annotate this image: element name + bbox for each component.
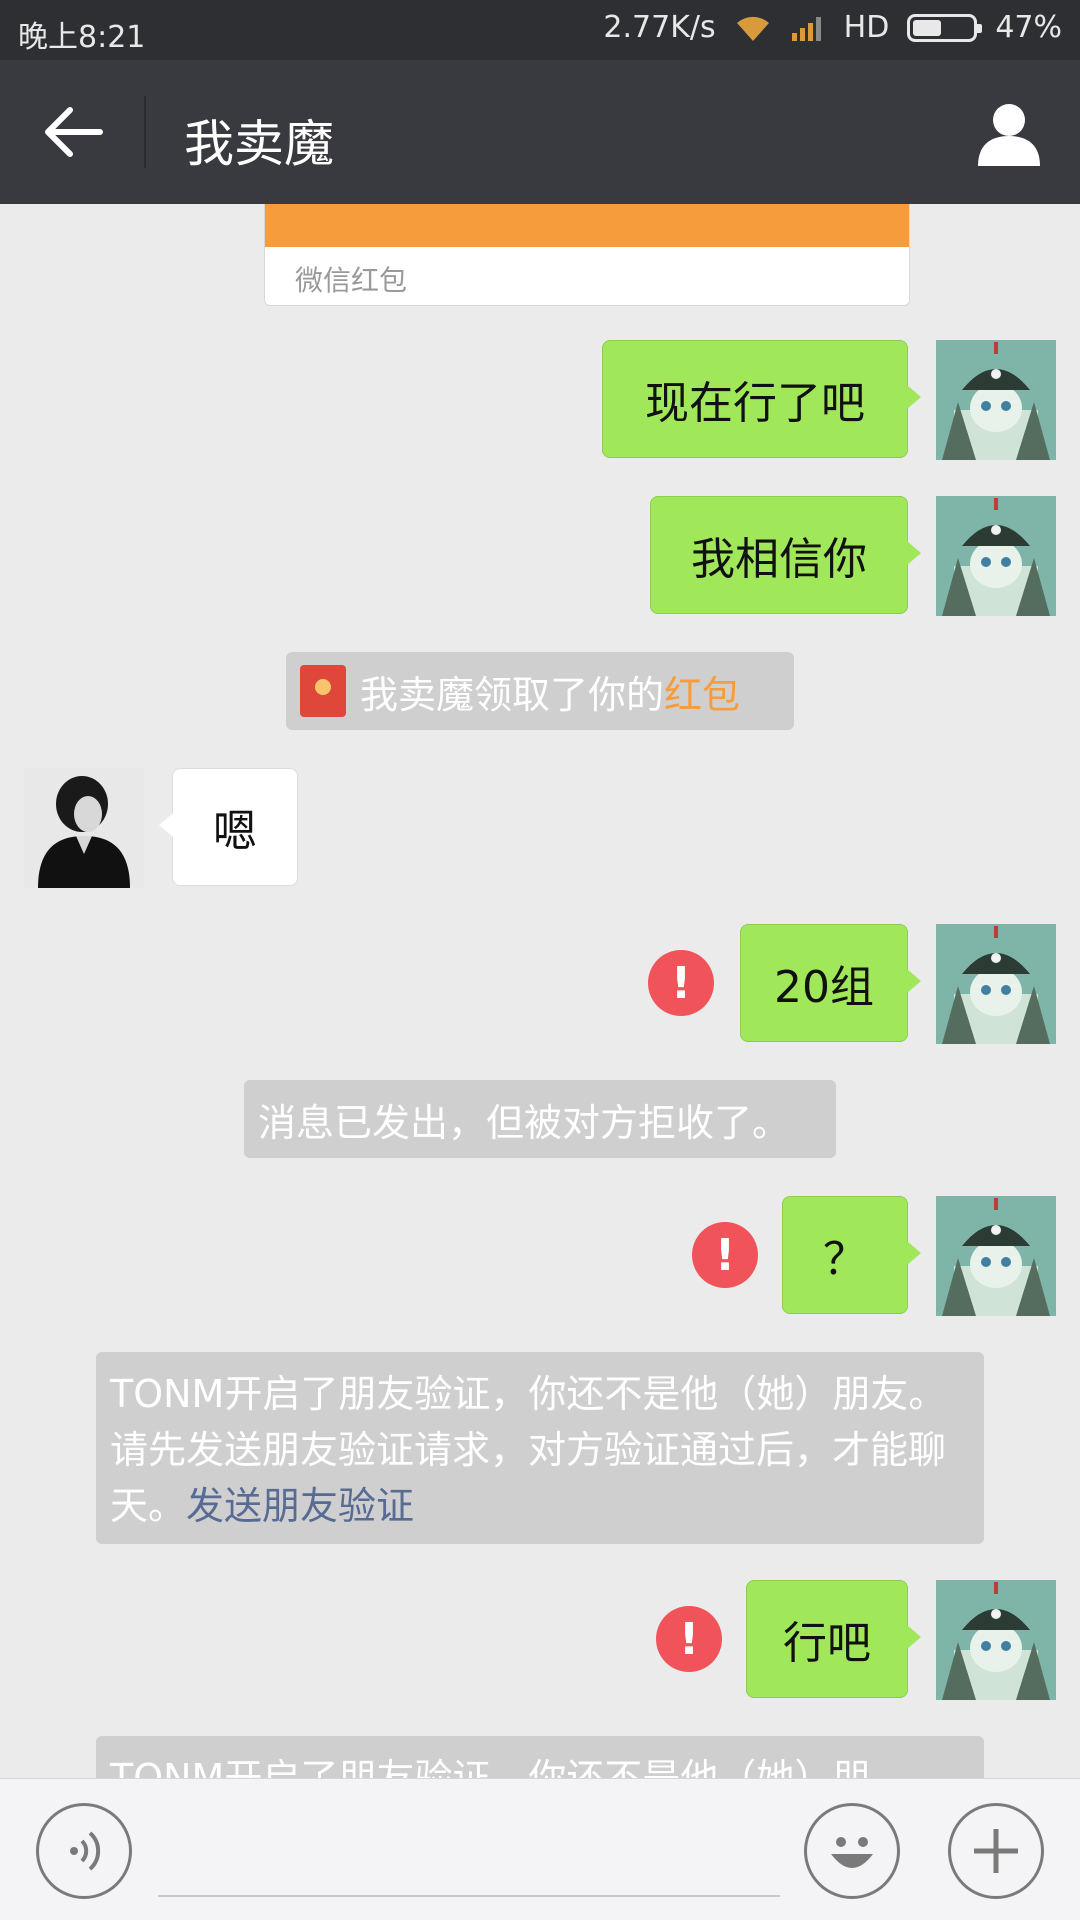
message-text: 现在行了吧 — [645, 378, 865, 429]
header-divider — [144, 96, 146, 168]
send-verification-link[interactable]: 发送朋友验证 — [186, 1484, 414, 1528]
avatar-contact[interactable] — [24, 768, 144, 888]
title-bar: 我卖魔 — [0, 60, 1080, 204]
emoji-icon[interactable] — [804, 1803, 900, 1899]
avatar-self[interactable] — [936, 924, 1056, 1044]
network-speed: 2.77K/s — [603, 10, 716, 45]
message-text: 嗯 — [213, 806, 257, 857]
system-notice-verification: TONM开启了朋友验证，你还不是他（她）朋友。请先发送朋友验证请求，对方验证通过… — [96, 1352, 984, 1544]
message-bubble-outgoing[interactable]: ？ — [782, 1196, 921, 1314]
signal-icon — [791, 16, 821, 41]
message-text: 20组 — [774, 962, 874, 1013]
network-type: HD — [843, 10, 890, 45]
chat-title: 我卖魔 — [184, 115, 334, 173]
message-text: ？ — [823, 1234, 867, 1285]
status-right: 2.77K/s HD 47% — [603, 10, 1062, 45]
person-icon[interactable] — [974, 98, 1044, 168]
message-bubble-outgoing[interactable]: 20组 — [740, 924, 921, 1042]
back-arrow-icon[interactable] — [38, 96, 110, 168]
exclamation-icon[interactable]: ! — [656, 1606, 722, 1672]
message-input[interactable] — [158, 1895, 780, 1897]
message-bubble-outgoing[interactable]: 我相信你 — [650, 496, 921, 614]
plus-icon[interactable] — [948, 1803, 1044, 1899]
avatar-self[interactable] — [936, 1196, 1056, 1316]
chat-area[interactable]: 微信红包 现在行了吧 我相信你 我卖魔领取了你的 红包 嗯 ! 20组 消息已发… — [0, 204, 1080, 1778]
avatar-self[interactable] — [936, 496, 1056, 616]
system-notice-rejected: 消息已发出，但被对方拒收了。 — [244, 1080, 836, 1158]
status-time: 晚上8:21 — [18, 20, 146, 55]
system-notice-text: TONM开启了朋友验证，你还不是他（她）朋 — [110, 1756, 871, 1778]
red-packet-label: 微信红包 — [295, 264, 408, 297]
system-notice-text: 消息已发出，但被对方拒收了。 — [258, 1100, 791, 1145]
red-packet-card[interactable]: 微信红包 — [264, 204, 910, 306]
red-packet-link[interactable]: 红包 — [664, 664, 740, 719]
system-notice-text: 我卖魔领取了你的 — [360, 672, 665, 717]
exclamation-icon[interactable]: ! — [692, 1222, 758, 1288]
avatar-self[interactable] — [936, 1580, 1056, 1700]
exclamation-icon[interactable]: ! — [648, 950, 714, 1016]
message-text: 行吧 — [783, 1618, 871, 1669]
message-text: 我相信你 — [691, 534, 867, 585]
red-packet-icon — [300, 665, 346, 717]
message-bubble-outgoing[interactable]: 行吧 — [746, 1580, 921, 1698]
input-bar — [0, 1778, 1080, 1920]
message-bubble-outgoing[interactable]: 现在行了吧 — [602, 340, 921, 458]
status-bar: 晚上8:21 2.77K/s HD 47% — [0, 0, 1080, 60]
battery-icon — [907, 13, 983, 42]
red-packet-band — [265, 204, 909, 247]
battery-fill — [913, 19, 941, 36]
avatar-self[interactable] — [936, 340, 1056, 460]
system-notice-verification-partial: TONM开启了朋友验证，你还不是他（她）朋 — [96, 1736, 984, 1778]
wifi-icon — [736, 16, 769, 41]
voice-icon[interactable] — [36, 1803, 132, 1899]
message-bubble-incoming[interactable]: 嗯 — [159, 768, 298, 886]
system-notice-red-packet: 我卖魔领取了你的 红包 — [286, 652, 794, 730]
battery-percent: 47% — [995, 10, 1062, 45]
